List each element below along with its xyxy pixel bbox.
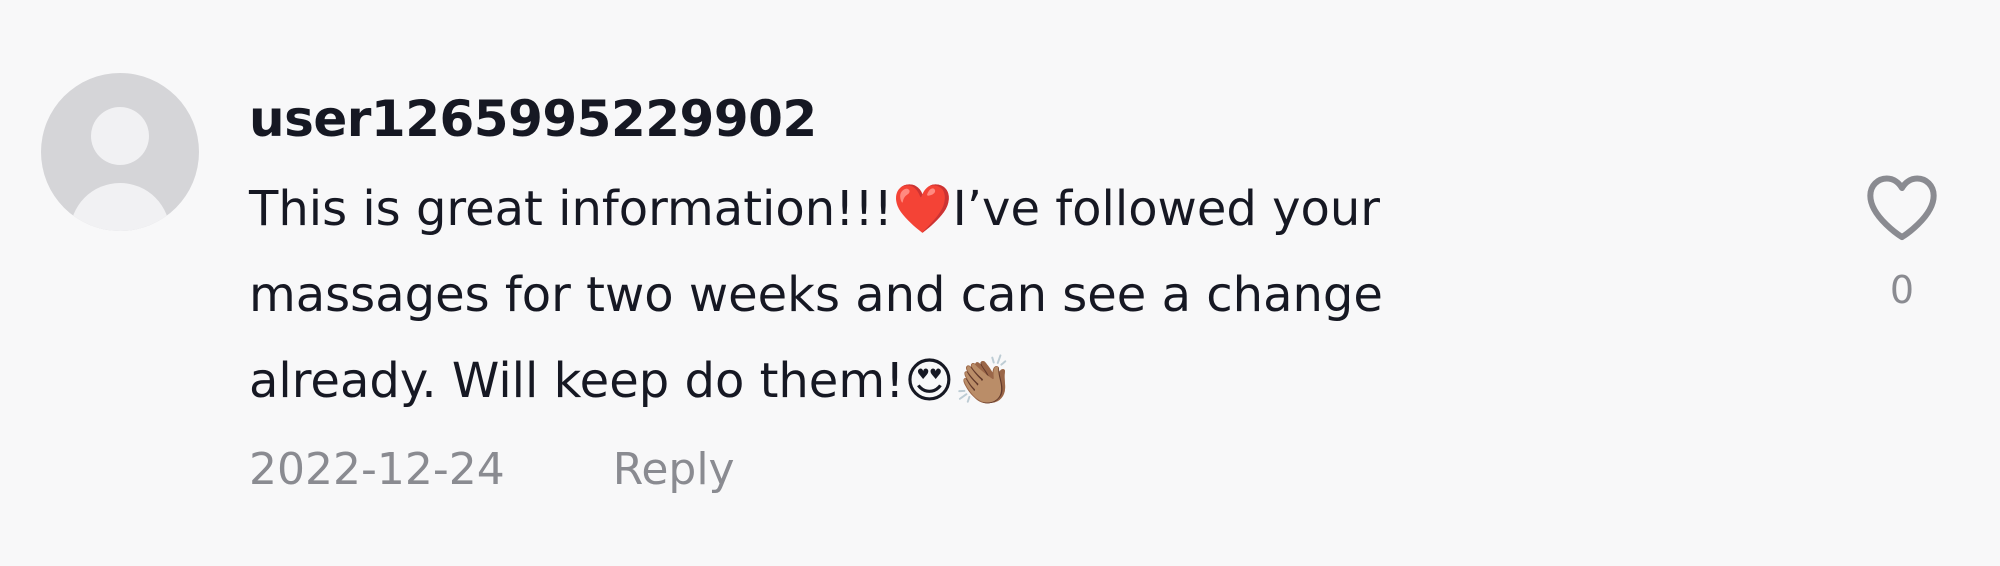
comment-text-line: This is great information!!!❤️I’ve follo… bbox=[249, 181, 1380, 237]
comment-text-line: already. Will keep do them!😍👏🏽 bbox=[249, 353, 1015, 409]
comment-text-line: massages for two weeks and can see a cha… bbox=[249, 267, 1383, 323]
comment-username[interactable]: user1265995229902 bbox=[249, 84, 1809, 154]
like-section: 0 bbox=[1862, 172, 1942, 312]
comment-date: 2022-12-24 bbox=[249, 444, 505, 495]
comment-text: This is great information!!!❤️I’ve follo… bbox=[249, 166, 1809, 424]
avatar-head-shape bbox=[91, 107, 149, 165]
heart-outline-icon[interactable] bbox=[1864, 172, 1940, 242]
user-avatar[interactable] bbox=[41, 73, 199, 231]
comment-content: user1265995229902 This is great informat… bbox=[249, 84, 1809, 495]
comment-item: user1265995229902 This is great informat… bbox=[0, 0, 2000, 566]
comment-meta: 2022-12-24 Reply bbox=[249, 444, 1809, 495]
avatar-body-shape bbox=[70, 183, 170, 231]
like-count: 0 bbox=[1889, 268, 1915, 312]
reply-button[interactable]: Reply bbox=[613, 444, 735, 495]
